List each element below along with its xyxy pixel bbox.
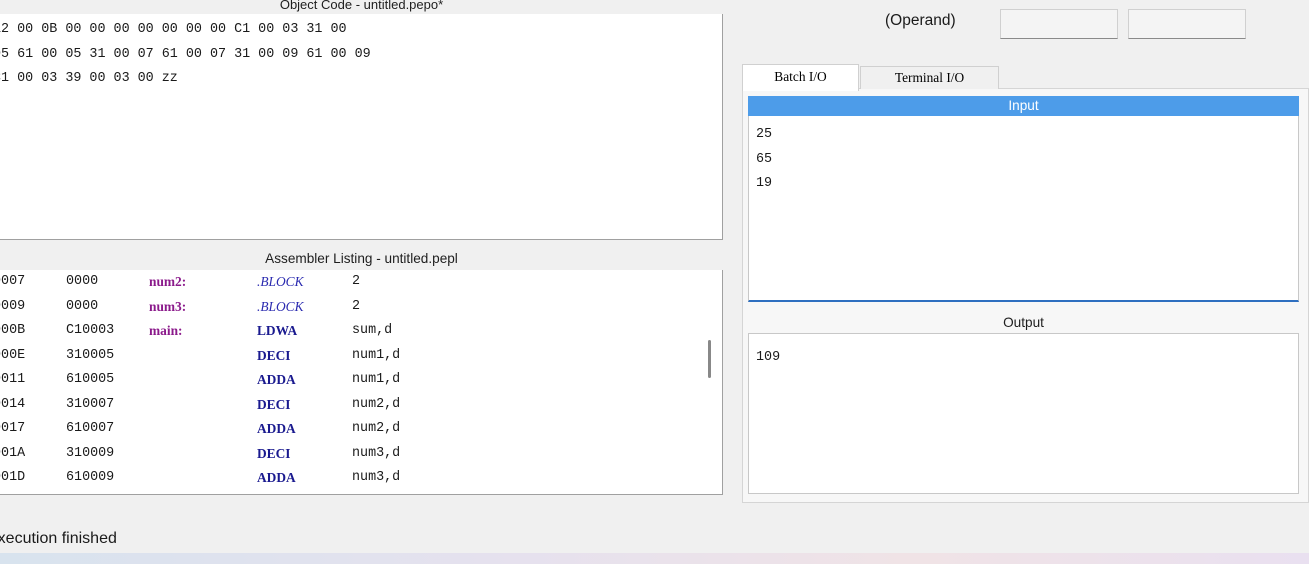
object-code-title: Object Code - untitled.pepo* [279, 0, 444, 12]
listing-object-code: 610007 [66, 421, 115, 436]
listing-object-code: 610005 [66, 372, 115, 387]
listing-object-code: 310005 [66, 347, 115, 363]
listing-operand: 2 [352, 298, 361, 314]
object-code-line: C1 00 03 39 00 03 00 zz [0, 71, 178, 86]
listing-mnemonic: DECI [257, 396, 291, 412]
listing-row: 0007 0000 num2: .BLOCK 2 [0, 270, 722, 295]
assembler-listing-view[interactable]: 0007 0000 num2: .BLOCK 2 0009 0000 num3:… [0, 270, 723, 495]
listing-address: 001D [0, 470, 26, 485]
output-label: Output [1003, 315, 1044, 330]
listing-address: 001A [0, 445, 26, 461]
listing-mnemonic: ADDA [257, 372, 296, 387]
tab-terminal-io[interactable]: Terminal I/O [860, 66, 999, 89]
operand-label: (Operand) [885, 12, 956, 29]
listing-object-code: 310007 [66, 396, 115, 412]
status-text: Execution finished [0, 530, 117, 547]
listing-object-code: 0000 [66, 298, 99, 314]
listing-operand: sum,d [352, 323, 393, 338]
listing-row: 000B C10003 main: LDWA sum,d [0, 319, 722, 344]
listing-object-code: 610009 [66, 470, 115, 485]
listing-mnemonic: DECI [257, 445, 291, 461]
listing-symbol: main: [149, 323, 183, 338]
input-label: Input [748, 96, 1299, 116]
operand-decimal-field[interactable] [1128, 9, 1246, 39]
listing-address: 0007 [0, 274, 26, 289]
operand-value-field[interactable] [1000, 9, 1118, 39]
listing-row: 0017 610007 ADDA num2,d [0, 417, 722, 442]
listing-address: 0014 [0, 396, 26, 412]
object-code-line: 05 61 00 05 31 00 07 61 00 07 31 00 09 6… [0, 46, 371, 62]
listing-address: 0009 [0, 298, 26, 314]
listing-object-code: 310009 [66, 445, 115, 461]
listing-object-code: 0000 [66, 274, 99, 289]
listing-row: 0014 310007 DECI num2,d [0, 393, 722, 418]
listing-row: 0011 610005 ADDA num1,d [0, 368, 722, 393]
listing-address: 000B [0, 323, 26, 338]
output-line: 109 [756, 350, 781, 365]
listing-row: 0009 0000 num3: .BLOCK 2 [0, 295, 722, 320]
input-line: 65 [756, 151, 773, 167]
input-line: 19 [756, 176, 773, 191]
batch-input-field[interactable]: 25 65 19 [748, 116, 1299, 302]
object-code-editor[interactable]: 12 00 0B 00 00 00 00 00 00 00 C1 00 03 3… [0, 14, 723, 240]
listing-operand: num3,d [352, 445, 401, 461]
listing-symbol: num3: [149, 298, 187, 314]
listing-operand: num2,d [352, 421, 401, 436]
listing-mnemonic: .BLOCK [257, 274, 304, 289]
listing-operand: num2,d [352, 396, 401, 412]
status-bar: Execution finished [0, 525, 1309, 553]
listing-row: 000E 310005 DECI num1,d [0, 344, 722, 369]
taskbar-edge [0, 553, 1309, 564]
listing-row: 001D 610009 ADDA num3,d [0, 466, 722, 491]
listing-operand: 2 [352, 274, 361, 289]
listing-object-code: C10003 [66, 323, 115, 338]
listing-address: 0011 [0, 372, 26, 387]
listing-symbol: num2: [149, 274, 187, 289]
listing-row: 001A 310009 DECI num3,d [0, 442, 722, 467]
listing-mnemonic: ADDA [257, 470, 296, 485]
object-code-line: 12 00 0B 00 00 00 00 00 00 00 C1 00 03 3… [0, 22, 347, 37]
listing-mnemonic: ADDA [257, 421, 296, 436]
listing-operand: num1,d [352, 347, 401, 363]
listing-operand: num1,d [352, 372, 401, 387]
listing-operand: num3,d [352, 470, 401, 485]
listing-scrollbar-thumb[interactable] [708, 340, 711, 378]
input-line: 25 [756, 127, 773, 142]
listing-mnemonic: LDWA [257, 323, 298, 338]
batch-output-field[interactable]: 109 [748, 333, 1299, 494]
tab-batch-io[interactable]: Batch I/O [742, 64, 859, 91]
listing-address: 0017 [0, 421, 26, 436]
assembler-listing-title: Assembler Listing - untitled.pepl [265, 251, 458, 266]
listing-mnemonic: DECI [257, 347, 291, 363]
listing-address: 000E [0, 347, 26, 363]
listing-mnemonic: .BLOCK [257, 298, 304, 314]
